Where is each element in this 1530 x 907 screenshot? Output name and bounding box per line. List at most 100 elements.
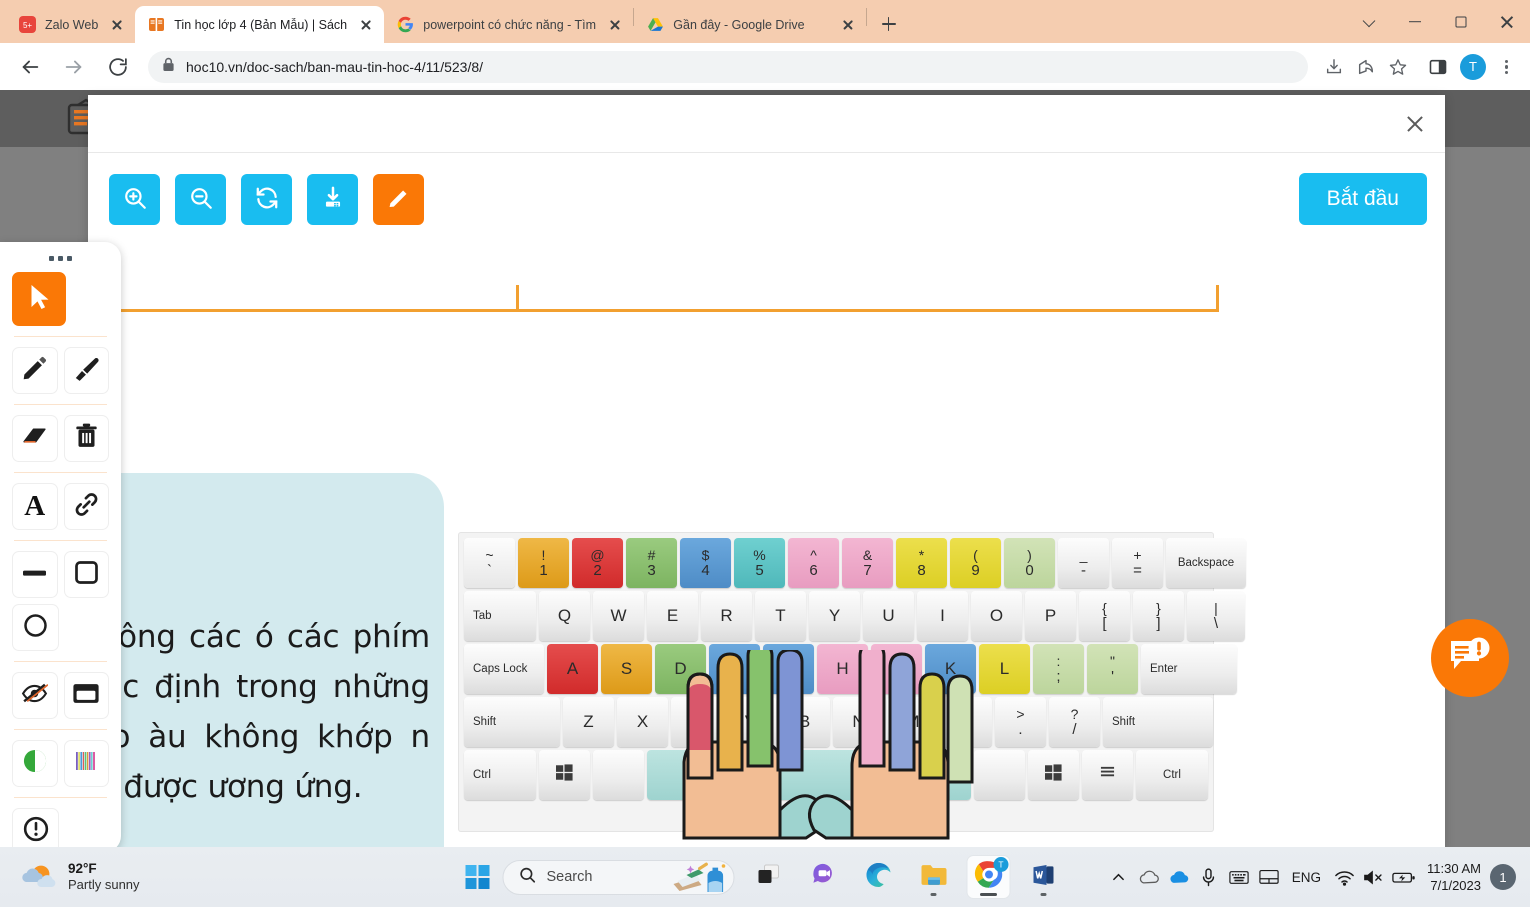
language-indicator[interactable]: ENG (1284, 870, 1329, 885)
link-tool-button[interactable] (63, 483, 109, 530)
zoom-out-button[interactable] (175, 173, 226, 225)
new-tab-button[interactable] (875, 10, 903, 38)
taskbar-chrome[interactable]: T (967, 856, 1010, 898)
panel-drag-handle[interactable] (12, 242, 109, 269)
forward-button[interactable] (56, 49, 92, 85)
pencil-icon (387, 186, 411, 213)
clock[interactable]: 11:30 AM 7/1/2023 (1419, 860, 1490, 894)
key-upper: $ (701, 547, 710, 563)
close-icon[interactable] (605, 15, 625, 35)
key-equals: + = (1112, 538, 1163, 588)
info-icon (23, 816, 49, 847)
address-bar[interactable]: hoc10.vn/doc-sach/ban-mau-tin-hoc-4/11/5… (148, 50, 1308, 83)
taskbar-task-view[interactable] (748, 856, 790, 898)
tab-powerpoint-search[interactable]: powerpoint có chức năng - Tìm t (384, 6, 633, 43)
wifi-icon[interactable] (1329, 857, 1359, 897)
taskbar-chat[interactable] (803, 856, 845, 898)
key-3: #3 (626, 538, 677, 588)
chat-support-button[interactable] (1431, 619, 1509, 697)
svg-text:T: T (998, 860, 1003, 870)
key-caps-lock: Caps Lock (464, 644, 544, 694)
info-tool-button[interactable] (12, 808, 59, 852)
chrome-menu-button[interactable] (1492, 51, 1520, 83)
weather-widget[interactable]: 92°F Partly sunny (0, 860, 140, 895)
folder-icon (919, 862, 948, 892)
line-tool-button[interactable] (12, 551, 58, 598)
lock-icon (162, 57, 175, 77)
hide-tool-button[interactable] (12, 672, 58, 719)
key-menu (1082, 750, 1133, 800)
close-icon[interactable] (107, 15, 127, 35)
start-button[interactable]: Bắt đầu (1298, 173, 1427, 225)
tab-tin-hoc-lop-4[interactable]: Tin học lớp 4 (Bản Mẫu) | Sách C (135, 6, 385, 43)
bookmark-star-icon[interactable] (1382, 51, 1414, 83)
reload-button[interactable] (100, 49, 136, 85)
key-lower: ; (1056, 668, 1061, 685)
key-o: O (971, 591, 1022, 641)
key-upper: } (1156, 600, 1161, 616)
share-icon[interactable] (1350, 51, 1382, 83)
avatar[interactable]: T (1460, 53, 1486, 80)
key-label: Backspace (1177, 557, 1235, 569)
touchpad-icon[interactable] (1254, 857, 1284, 897)
pencil-tool-button[interactable] (12, 347, 58, 394)
rect-tool-button[interactable] (63, 551, 109, 598)
close-icon[interactable] (356, 15, 376, 35)
microphone-icon[interactable] (1194, 857, 1224, 897)
onedrive-grey-icon[interactable] (1134, 857, 1164, 897)
side-panel-icon[interactable] (1422, 51, 1454, 83)
reload-button[interactable] (241, 173, 292, 225)
key-lower: ] (1156, 615, 1161, 632)
text-tool-button[interactable]: A (12, 483, 58, 530)
taskbar-word[interactable] (1023, 856, 1065, 898)
omnibox-actions: T (1318, 51, 1530, 83)
start-button[interactable] (465, 865, 490, 889)
word-icon (1031, 862, 1057, 893)
taskbar-file-explorer[interactable] (913, 856, 955, 898)
key-label: Shift (1112, 716, 1136, 728)
brush-icon (73, 355, 100, 387)
key-lower: = (1133, 562, 1142, 579)
windows-taskbar: 92°F Partly sunny Search T ENG 11:30 AM … (0, 847, 1530, 907)
key-upper: % (753, 547, 766, 563)
google-drive-icon (647, 16, 664, 33)
brush-tool-button[interactable] (63, 347, 109, 394)
zoom-in-button[interactable] (109, 173, 160, 225)
window-icon (72, 682, 100, 710)
key-upper: ! (541, 547, 546, 563)
taskbar-center: Search T (465, 856, 1065, 898)
onedrive-blue-icon[interactable] (1164, 857, 1194, 897)
search-input[interactable]: Search (502, 859, 735, 895)
color-tool-button[interactable] (63, 740, 109, 787)
key-bracket-left: {[ (1079, 591, 1130, 641)
close-icon[interactable] (1402, 111, 1428, 137)
contrast-tool-button[interactable] (12, 740, 58, 787)
edge-icon (865, 861, 893, 894)
tab-google-drive[interactable]: Gần đây - Google Drive (634, 6, 865, 43)
key-label: Shift (473, 716, 497, 728)
close-icon[interactable] (838, 15, 858, 35)
volume-mute-icon[interactable] (1359, 857, 1389, 897)
download-icon[interactable] (1318, 51, 1350, 83)
battery-icon[interactable] (1389, 857, 1419, 897)
close-window-button[interactable] (1484, 0, 1530, 43)
window-tool-button[interactable] (63, 672, 109, 719)
touch-keyboard-icon[interactable] (1224, 857, 1254, 897)
key-label: Ctrl (1163, 769, 1181, 781)
taskbar-edge[interactable] (858, 856, 900, 898)
select-tool-button[interactable] (12, 272, 66, 326)
tab-zalo-web[interactable]: 5+ Zalo Web (6, 6, 135, 43)
search-icon (519, 866, 537, 889)
maximize-button[interactable] (1438, 0, 1484, 43)
show-hidden-icons-button[interactable] (1104, 857, 1134, 897)
key-4: $4 (680, 538, 731, 588)
edit-button[interactable] (373, 173, 424, 225)
back-button[interactable] (12, 49, 48, 85)
download-button[interactable] (307, 173, 358, 225)
tab-search-button[interactable] (1346, 0, 1392, 43)
minimize-button[interactable] (1392, 0, 1438, 43)
notification-badge[interactable]: 1 (1490, 864, 1516, 890)
delete-tool-button[interactable] (63, 415, 109, 462)
eraser-tool-button[interactable] (12, 415, 58, 462)
circle-tool-button[interactable] (12, 604, 59, 651)
